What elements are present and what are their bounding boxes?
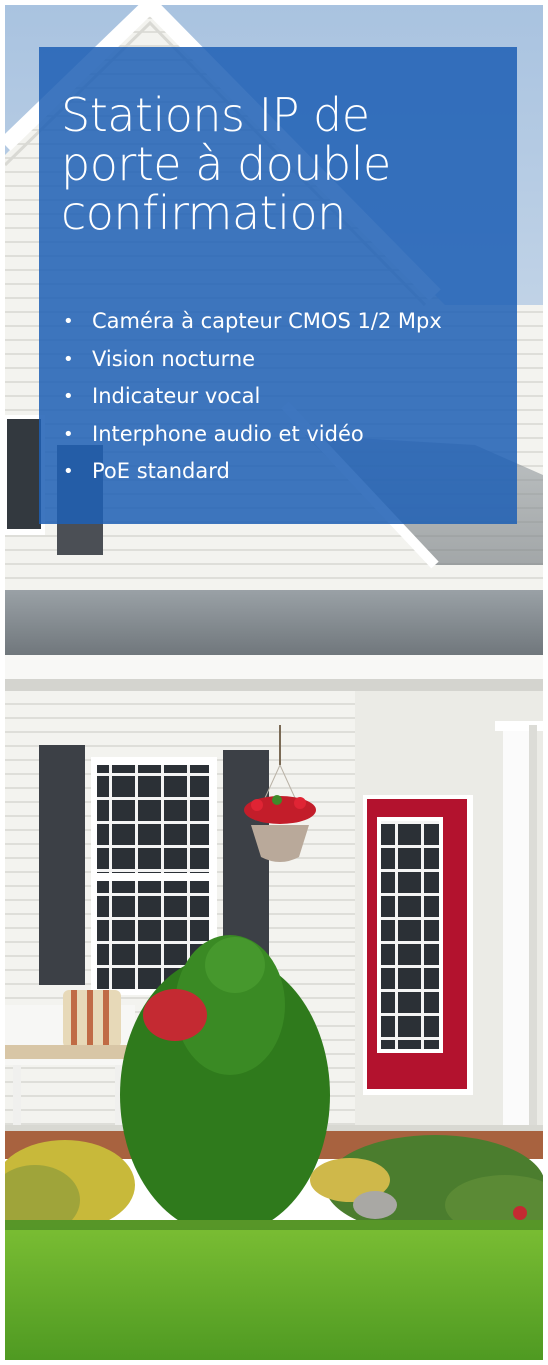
feature-label: Indicateur vocal xyxy=(92,384,261,408)
headline: Stations IP de porte à double confirmati… xyxy=(61,88,501,241)
feature-label: Vision nocturne xyxy=(92,346,256,371)
feature-item: • Vision nocturne xyxy=(61,341,442,379)
bullet-icon: • xyxy=(63,386,74,407)
feature-label: Interphone audio et vidéo xyxy=(92,421,364,446)
headline-line: confirmation xyxy=(61,186,346,241)
feature-panel: Stations IP de porte à double confirmati… xyxy=(39,47,517,524)
headline-line: porte à double xyxy=(61,137,391,192)
bullet-icon: • xyxy=(63,348,74,370)
bullet-icon: • xyxy=(63,461,74,482)
bullet-icon: • xyxy=(63,311,74,332)
ad-page: Stations IP de porte à double confirmati… xyxy=(5,5,543,1360)
feature-label: PoE standard xyxy=(92,459,230,483)
feature-label: Caméra à capteur CMOS 1/2 Mpx xyxy=(92,309,442,333)
bullet-icon: • xyxy=(63,423,74,445)
feature-item: • PoE standard xyxy=(61,453,442,491)
feature-item: • Interphone audio et vidéo xyxy=(61,416,442,454)
feature-item: • Caméra à capteur CMOS 1/2 Mpx xyxy=(61,303,442,341)
headline-line: Stations IP de xyxy=(61,88,370,142)
feature-list: • Caméra à capteur CMOS 1/2 Mpx • Vision n… xyxy=(61,303,442,491)
feature-item: • Indicateur vocal xyxy=(61,378,442,416)
